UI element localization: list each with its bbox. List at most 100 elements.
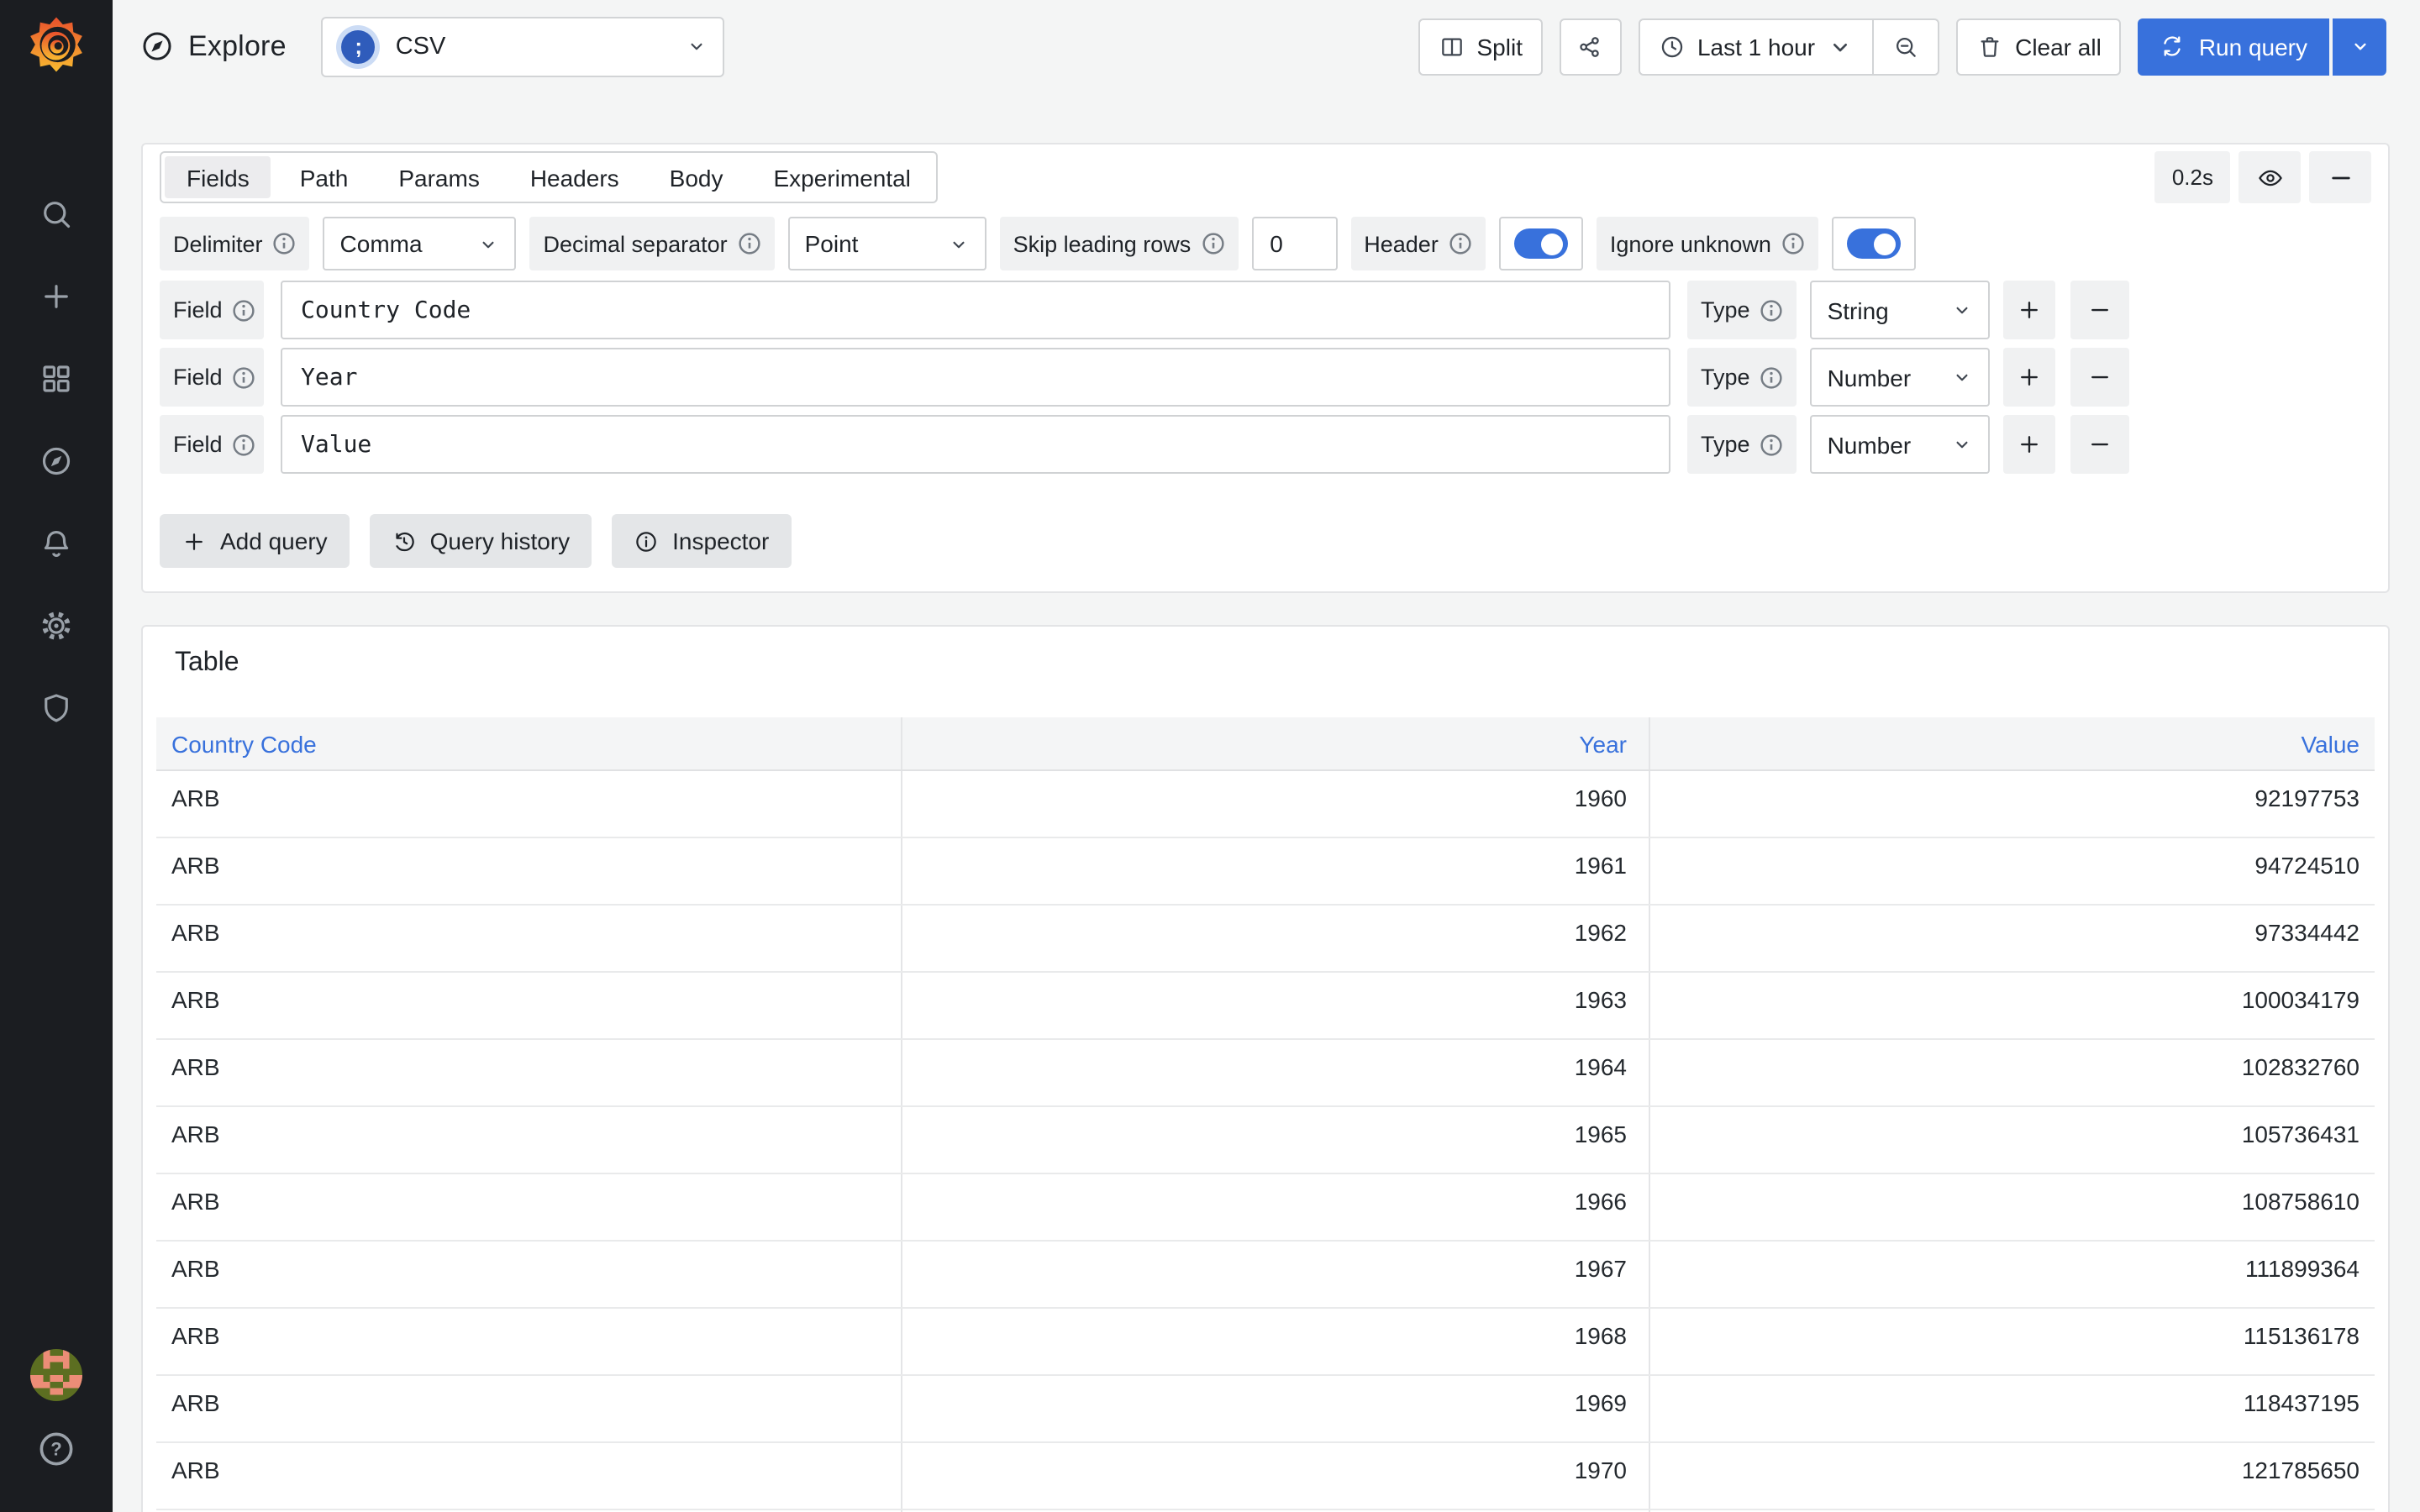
panel-title: Table (175, 648, 239, 677)
explore-page-icon (143, 32, 171, 60)
table-cell: 118437195 (2243, 1389, 2360, 1416)
table-cell: ARB (156, 1040, 902, 1105)
add-icon[interactable] (39, 279, 74, 314)
split-panes-icon (1441, 37, 1462, 55)
info-icon[interactable] (233, 298, 256, 322)
field-type-select[interactable]: Number (1810, 415, 1991, 474)
history-icon (396, 531, 414, 551)
help-icon[interactable]: ? (37, 1430, 76, 1468)
column-header-value[interactable]: Value (1650, 717, 2375, 769)
skip-leading-rows-label: Skip leading rows (999, 217, 1239, 270)
datasource-picker[interactable]: ; CSV (321, 16, 725, 76)
remove-field-button[interactable] (2070, 348, 2130, 407)
header-toggle[interactable] (1498, 217, 1583, 270)
time-range-button[interactable]: Last 1 hour (1640, 19, 1872, 73)
query-preview-button[interactable] (2238, 151, 2301, 203)
ignore-unknown-toggle[interactable] (1831, 217, 1916, 270)
minus-icon (2091, 443, 2109, 446)
tab-params[interactable]: Params (373, 153, 504, 202)
field-type-select[interactable]: Number (1810, 348, 1991, 407)
table-cell: 1965 (902, 1107, 1650, 1173)
share-icon (1581, 36, 1600, 56)
dashboards-icon[interactable] (39, 361, 74, 396)
table-header: Country Code Year Value (156, 717, 2375, 771)
field-name-input[interactable] (281, 415, 1670, 474)
info-icon[interactable] (233, 433, 256, 456)
delimiter-select[interactable]: Comma (323, 217, 517, 270)
user-avatar[interactable] (30, 1349, 82, 1401)
server-admin-shield-icon[interactable] (39, 690, 74, 726)
tab-path[interactable]: Path (275, 153, 374, 202)
info-icon[interactable] (1781, 232, 1805, 255)
grafana-logo-icon[interactable] (24, 12, 89, 77)
add-query-button[interactable]: Add query (160, 514, 350, 568)
table-cell: 1967 (902, 1242, 1650, 1307)
clock-icon (1661, 35, 1683, 57)
add-field-button[interactable] (2003, 415, 2056, 474)
zoom-out-icon (1897, 36, 1916, 56)
time-picker-group: Last 1 hour (1638, 18, 1940, 75)
table-cell: 105736431 (2241, 1121, 2360, 1147)
share-button[interactable] (1559, 18, 1622, 75)
table-panel: Table Country Code Year Value ARB 1960 921… (141, 625, 2390, 1512)
info-icon[interactable] (1760, 365, 1784, 389)
column-header-year[interactable]: Year (902, 717, 1650, 769)
search-icon[interactable] (39, 197, 74, 232)
table-cell: ARB (156, 1443, 902, 1509)
remove-field-button[interactable] (2070, 415, 2130, 474)
field-type-select[interactable]: String (1810, 281, 1991, 339)
chevron-down-icon (692, 43, 703, 50)
minus-icon (2331, 176, 2349, 179)
run-query-label: Run query (2198, 33, 2307, 60)
run-query-dropdown-button[interactable] (2333, 18, 2386, 75)
eye-icon (2258, 169, 2281, 186)
table-cell: 94724510 (2254, 852, 2360, 879)
add-field-button[interactable] (2003, 281, 2056, 339)
alerting-bell-icon[interactable] (39, 526, 74, 561)
info-icon[interactable] (1201, 232, 1224, 255)
tab-fields[interactable]: Fields (165, 156, 271, 198)
query-editor-panel: Fields Path Params Headers Body Experime… (141, 143, 2390, 593)
table-row: ARB 1967 111899364 (156, 1242, 2375, 1309)
zoom-out-time-button[interactable] (1872, 19, 1938, 73)
info-icon[interactable] (1760, 433, 1784, 456)
query-history-button[interactable]: Query history (369, 514, 592, 568)
delimiter-value: Comma (339, 230, 423, 257)
explore-compass-icon[interactable] (39, 444, 74, 479)
table-row: ARB 1968 115136178 (156, 1309, 2375, 1376)
field-label-text: Field (173, 365, 223, 390)
results-table: Country Code Year Value ARB 1960 92197753 A… (156, 717, 2375, 1512)
field-row: Field Type Number (160, 415, 2371, 474)
decimal-separator-value: Point (804, 230, 859, 257)
tab-experimental[interactable]: Experimental (749, 153, 936, 202)
run-query-button[interactable]: Run query (2138, 18, 2329, 75)
table-cell: 111899364 (2245, 1255, 2360, 1282)
field-name-input[interactable] (281, 348, 1670, 407)
chevron-down-icon (1957, 374, 1969, 381)
collapse-query-button[interactable] (2309, 151, 2371, 203)
table-row: ARB 1970 121785650 (156, 1443, 2375, 1510)
skip-leading-rows-input[interactable] (1251, 217, 1338, 270)
clear-all-button[interactable]: Clear all (1956, 18, 2122, 75)
tab-body[interactable]: Body (644, 153, 749, 202)
table-cell: 1961 (902, 838, 1650, 904)
table-cell: ARB (156, 1107, 902, 1173)
inspector-button[interactable]: Inspector (612, 514, 792, 568)
split-button[interactable]: Split (1418, 18, 1543, 75)
decimal-separator-select[interactable]: Point (787, 217, 986, 270)
info-icon[interactable] (738, 232, 761, 255)
info-icon[interactable] (233, 365, 256, 389)
remove-field-button[interactable] (2070, 281, 2130, 339)
info-icon[interactable] (1760, 298, 1784, 322)
topbar-actions: Split Last 1 hour Clear all Run query (1418, 18, 2386, 75)
column-header-country-code[interactable]: Country Code (156, 717, 902, 769)
plus-icon (2021, 302, 2039, 318)
info-icon[interactable] (1449, 232, 1472, 255)
add-field-button[interactable] (2003, 348, 2056, 407)
table-cell: 102832760 (2241, 1053, 2360, 1080)
configuration-gear-icon[interactable] (39, 608, 74, 643)
tab-headers[interactable]: Headers (505, 153, 644, 202)
info-icon[interactable] (273, 232, 297, 255)
table-cell: 121785650 (2241, 1457, 2360, 1483)
field-name-input[interactable] (281, 281, 1670, 339)
